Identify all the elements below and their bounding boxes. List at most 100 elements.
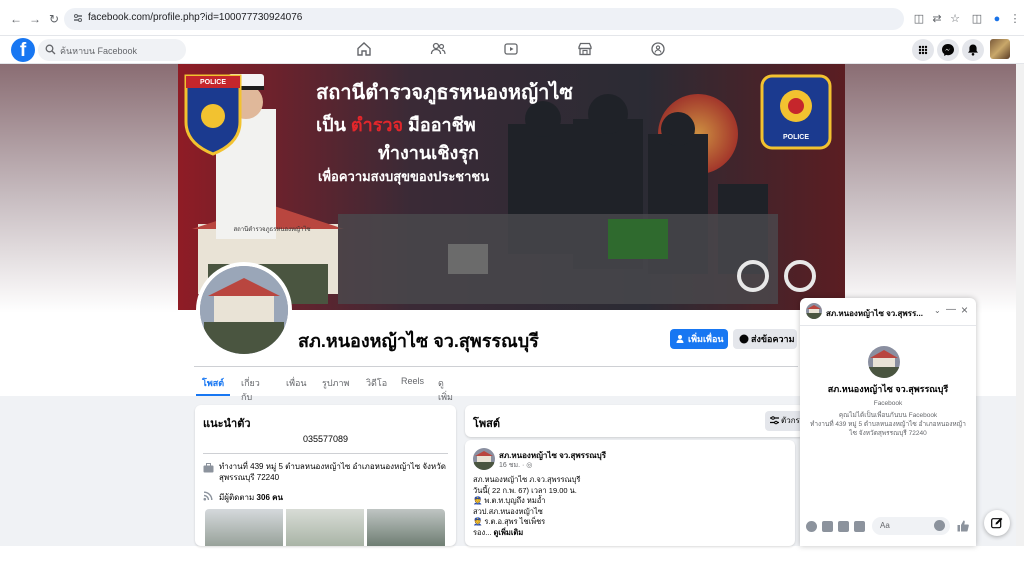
site-settings-icon[interactable] bbox=[73, 13, 83, 23]
cover-line2: เป็น ตำรวจ มืออาชีพ bbox=[316, 110, 476, 139]
cover-photo[interactable]: POLICE POLICE สถานีตำรวจภูธรหนองหญ้าไซ เ… bbox=[178, 64, 845, 310]
chat-not-friends: คุณไม่ได้เป็นเพื่อนกันบน Facebook bbox=[838, 412, 938, 419]
post-line: 👮 พ.ต.ท.บุญถึง หมอ้ำ bbox=[473, 496, 546, 505]
post-body: สภ.หนองหญ้าไซ ภ.จว.สุพรรณบุรี วันนี้( 22… bbox=[473, 475, 580, 538]
tab-reels[interactable]: Reels bbox=[401, 376, 424, 386]
marketplace-icon[interactable] bbox=[577, 41, 595, 59]
tab-active-underline bbox=[196, 394, 230, 396]
filter-icon bbox=[770, 416, 779, 425]
chat-subtitle: Facebook bbox=[873, 400, 903, 407]
add-friend-label: เพิ่มเพื่อน bbox=[688, 334, 724, 344]
chat-composer: Aa bbox=[800, 512, 976, 542]
post-card: สภ.หนองหญ้าไซ จว.สุพรรณบุรี 16 ชม. · ◎ ส… bbox=[465, 440, 795, 546]
chat-profile-avatar bbox=[868, 346, 900, 378]
post-line: 👮 ร.ต.อ.สุพร ไชเพ็ชร bbox=[473, 517, 546, 526]
new-message-button[interactable] bbox=[984, 510, 1010, 536]
chat-window: สภ.หนองหญ้าไซ จว.สุพรร... ⌄ — × สภ.หนองห… bbox=[800, 298, 976, 546]
chat-workplace: ทำงานที่ 439 หมู่ 5 ตำบลหนองหญ้าไซ อำเภอ… bbox=[810, 421, 966, 437]
intro-address: ทำงานที่ 439 หมู่ 5 ตำบลหนองหญ้าไซ อำเภอ… bbox=[219, 462, 446, 482]
watch-icon[interactable] bbox=[503, 41, 521, 59]
chat-input-placeholder: Aa bbox=[880, 521, 890, 530]
featured-photo-1[interactable] bbox=[205, 509, 283, 546]
compose-icon bbox=[991, 517, 1003, 529]
tabs-divider bbox=[194, 366, 798, 367]
address-bar[interactable]: facebook.com/profile.php?id=100077730924… bbox=[64, 8, 904, 30]
add-friend-button[interactable]: เพิ่มเพื่อน bbox=[670, 329, 728, 349]
gif-icon[interactable] bbox=[854, 521, 865, 532]
tab-posts[interactable]: โพสต์ bbox=[202, 376, 224, 390]
posts-title: โพสต์ bbox=[473, 418, 501, 430]
post-more-prefix: รอง... bbox=[473, 527, 492, 537]
forward-icon[interactable]: → bbox=[28, 12, 42, 26]
reload-icon[interactable]: ↻ bbox=[47, 12, 61, 26]
filter-label: ตัวกร bbox=[781, 416, 800, 425]
chat-header-name[interactable]: สภ.หนองหญ้าไซ จว.สุพรร... bbox=[826, 307, 936, 320]
star-icon[interactable]: ☆ bbox=[948, 12, 962, 26]
post-time: 16 ชม. · ◎ bbox=[499, 460, 532, 471]
cover-line3: ทำงานเชิงรุก bbox=[378, 143, 479, 163]
close-icon[interactable]: × bbox=[961, 303, 968, 317]
post-line: วันนี้( 22 ก.พ. 67) เวลา 19.00 น. bbox=[473, 485, 577, 495]
featured-photo-3[interactable] bbox=[367, 509, 445, 546]
menu-kebab-icon[interactable]: ⋮ bbox=[1008, 12, 1022, 26]
building-sign: สถานีตำรวจภูธรหนองหญ้าไซ bbox=[233, 227, 311, 233]
cast-icon[interactable]: ◫ bbox=[912, 12, 926, 26]
browser-toolbar: ← → ↻ facebook.com/profile.php?id=100077… bbox=[0, 0, 1024, 36]
featured-photo-2[interactable] bbox=[286, 509, 364, 546]
left-badge-text: POLICE bbox=[199, 79, 227, 86]
right-badge-text: POLICE bbox=[782, 134, 810, 141]
intro-card: แนะนำตัว 035577089 ทำงานที่ 439 หมู่ 5 ต… bbox=[195, 405, 456, 546]
filter-button[interactable]: ตัวกร bbox=[765, 411, 805, 431]
translate-icon[interactable]: ⇄ bbox=[930, 12, 944, 26]
posts-header-card: โพสต์ ตัวกร bbox=[465, 405, 805, 437]
tab-about[interactable]: เกี่ยวกับ bbox=[241, 376, 260, 404]
like-thumb-icon[interactable] bbox=[957, 520, 969, 532]
search-box[interactable]: ค้นหาบน Facebook bbox=[38, 39, 186, 61]
photo-icon[interactable] bbox=[822, 521, 833, 532]
profile-name: สภ.หนองหญ้าไซ จว.สุพรรณบุรี bbox=[298, 331, 539, 351]
tab-friends[interactable]: เพื่อน bbox=[286, 376, 307, 390]
messenger-icon[interactable] bbox=[937, 39, 959, 61]
intro-followers: มีผู้ติดตาม 306 คน bbox=[219, 491, 283, 504]
menu-grid-icon[interactable] bbox=[912, 39, 934, 61]
plus-circle-icon[interactable] bbox=[806, 521, 817, 532]
intro-phone: 035577089 bbox=[302, 434, 349, 444]
minimize-icon[interactable]: — bbox=[946, 304, 956, 315]
followers-prefix: มีผู้ติดตาม bbox=[219, 493, 255, 502]
see-more-link[interactable]: ดูเพิ่มเติม bbox=[494, 528, 524, 537]
cover-headline: สถานีตำรวจภูธรหนองหญ้าไซ bbox=[316, 82, 573, 104]
home-icon[interactable] bbox=[356, 41, 374, 59]
avatar-photo bbox=[200, 266, 288, 354]
profile-icon[interactable]: ● bbox=[990, 12, 1004, 26]
facebook-header: f ค้นหาบน Facebook bbox=[0, 36, 1024, 64]
post-author-avatar[interactable] bbox=[473, 448, 495, 470]
send-message-button[interactable]: ส่งข้อความ bbox=[733, 329, 797, 349]
facebook-logo-icon[interactable]: f bbox=[11, 38, 35, 62]
cover-line2-highlight: ตำรวจ bbox=[350, 115, 404, 135]
messenger-small-icon bbox=[739, 334, 749, 344]
account-avatar[interactable] bbox=[990, 39, 1010, 59]
tab-photos[interactable]: รูปภาพ bbox=[322, 376, 349, 390]
emoji-icon[interactable] bbox=[934, 520, 945, 531]
tab-videos[interactable]: วิดีโอ bbox=[366, 376, 387, 390]
sticker-icon[interactable] bbox=[838, 521, 849, 532]
chat-header-avatar[interactable] bbox=[806, 303, 822, 319]
globe-icon: ◎ bbox=[526, 462, 533, 469]
chat-header: สภ.หนองหญ้าไซ จว.สุพรร... ⌄ — × bbox=[800, 298, 976, 326]
chevron-down-icon[interactable]: ⌄ bbox=[934, 306, 941, 315]
friends-icon[interactable] bbox=[430, 41, 448, 59]
groups-icon[interactable] bbox=[650, 41, 668, 59]
intro-divider bbox=[203, 453, 448, 454]
cover-line4: เพื่อความสงบสุขของประชาชน bbox=[318, 169, 490, 184]
profile-avatar[interactable] bbox=[196, 262, 292, 358]
notifications-bell-icon[interactable] bbox=[962, 39, 984, 61]
sidepanel-icon[interactable]: ◫ bbox=[970, 12, 984, 26]
page-scrollbar[interactable] bbox=[1016, 64, 1024, 546]
add-friend-icon bbox=[676, 334, 686, 344]
chat-message-input[interactable]: Aa bbox=[872, 517, 950, 535]
post-line: สวป.สภ.หนองหญ้าไซ bbox=[473, 506, 543, 516]
back-icon[interactable]: ← bbox=[9, 12, 23, 26]
post-line: สภ.หนองหญ้าไซ ภ.จว.สุพรรณบุรี bbox=[473, 475, 581, 484]
cover-line2-suffix: มืออาชีพ bbox=[408, 115, 476, 135]
search-icon bbox=[45, 44, 56, 55]
